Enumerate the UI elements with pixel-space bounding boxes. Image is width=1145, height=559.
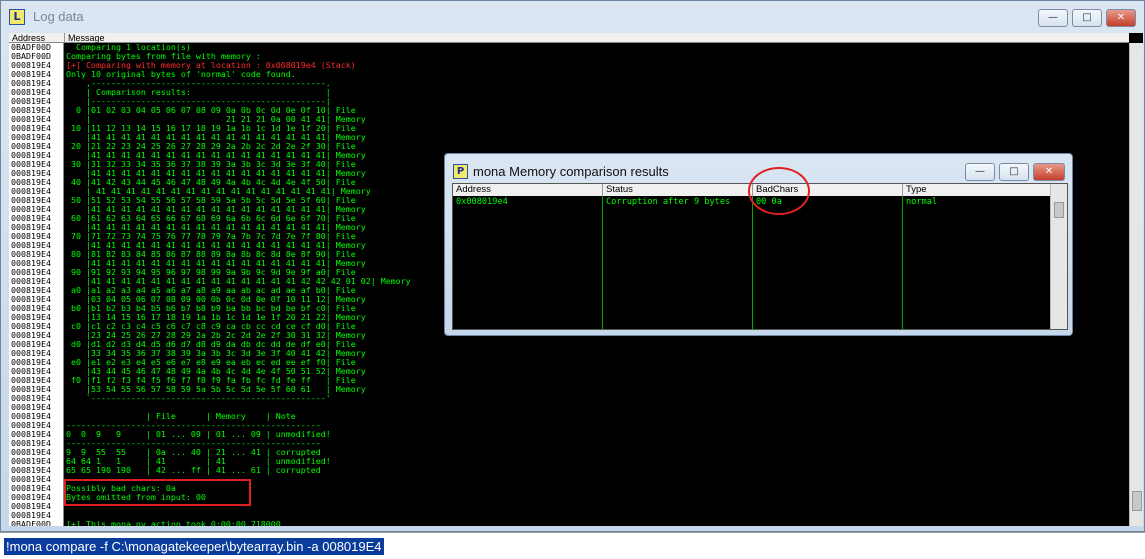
column-header-address[interactable]: Address <box>453 184 603 196</box>
column-separator <box>602 196 603 330</box>
maximize-button[interactable]: □ <box>1072 9 1102 27</box>
address-column: 0BADF00D 0BADF00D 000819E4 000819E4 000819E4… <box>9 43 64 526</box>
column-separator <box>902 196 903 330</box>
popup-minimize-button[interactable]: — <box>965 163 995 181</box>
result-status-cell[interactable]: Corruption after 9 bytes <box>603 197 730 207</box>
log-message[interactable]: `---------------------------------------… <box>66 394 1126 403</box>
column-header-address[interactable]: Address <box>9 33 65 43</box>
log-message[interactable]: 65 65 190 190 | 42 ... ff | 41 ... 61 | … <box>66 466 1126 475</box>
bad-chars-highlight-box <box>64 479 251 506</box>
scrollbar-thumb[interactable] <box>1132 491 1142 511</box>
window-title: Log data <box>33 9 84 24</box>
app-logo-icon: L <box>9 9 25 25</box>
column-header-message[interactable]: Message <box>65 33 1129 43</box>
title-bar[interactable]: L Log data — □ ✕ <box>1 1 1144 31</box>
column-header-type[interactable]: Type <box>903 184 1051 196</box>
result-type-cell[interactable]: normal <box>903 197 937 207</box>
vertical-scrollbar[interactable] <box>1129 43 1143 526</box>
results-vertical-scrollbar[interactable] <box>1050 184 1067 329</box>
badchars-highlight-circle <box>748 167 810 215</box>
command-bar[interactable]: !mona compare -f C:\monagatekeeper\bytea… <box>0 532 1145 559</box>
minimize-button[interactable]: — <box>1038 9 1068 27</box>
command-input[interactable]: !mona compare -f C:\monagatekeeper\bytea… <box>4 538 384 555</box>
popup-logo-icon: P <box>453 164 468 179</box>
column-header-status[interactable]: Status <box>603 184 753 196</box>
close-button[interactable]: ✕ <box>1106 9 1136 27</box>
column-separator <box>752 196 753 330</box>
popup-title: mona Memory comparison results <box>473 164 669 179</box>
scrollbar-thumb[interactable] <box>1054 202 1064 218</box>
result-address-cell[interactable]: 0x008019e4 <box>453 197 508 207</box>
popup-close-button[interactable]: ✕ <box>1033 163 1065 181</box>
log-address[interactable]: 0BADF00D <box>9 520 63 527</box>
log-header: Address Message <box>9 33 1129 43</box>
log-message[interactable]: [+] This mona.py action took 0:00:00.718… <box>66 520 1126 527</box>
popup-maximize-button[interactable]: □ <box>999 163 1029 181</box>
